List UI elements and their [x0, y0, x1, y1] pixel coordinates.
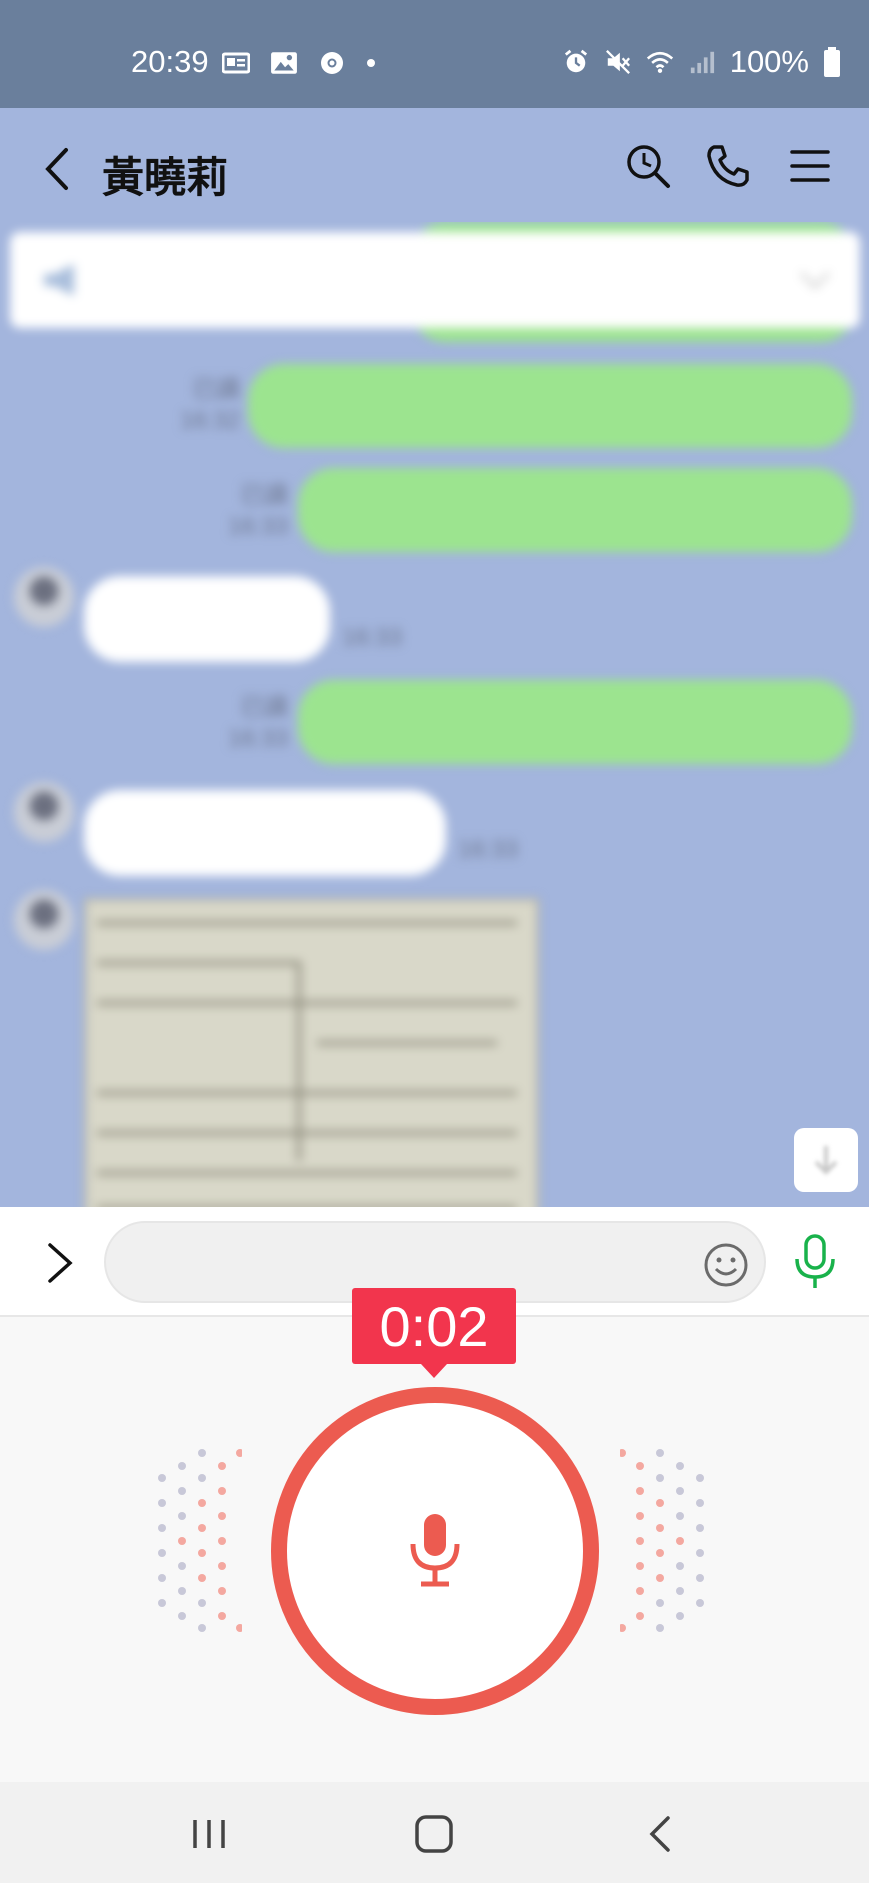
message-meta: 已讀 16:33 [208, 692, 288, 754]
message-time: 16:32 [179, 407, 240, 434]
status-time: 20:39 [131, 44, 209, 79]
mute-icon [605, 50, 630, 74]
message-meta: 已讀 16:33 [208, 480, 288, 542]
sound-wave-right-icon [620, 1449, 704, 1632]
message-bubble[interactable] [298, 468, 852, 552]
image-icon [271, 52, 297, 74]
chat-title: 黃曉莉 [102, 154, 229, 201]
back-icon[interactable] [38, 144, 78, 194]
message-time: 16:33 [342, 624, 403, 651]
wifi-icon [646, 51, 673, 73]
status-system-icons: 100% [562, 44, 841, 80]
message-time: 16:33 [458, 836, 519, 863]
avatar[interactable] [14, 782, 74, 842]
message-meta: 已讀 16:32 [160, 374, 240, 436]
message-bubble[interactable] [84, 576, 330, 662]
announcement-banner[interactable] [10, 232, 860, 328]
expand-icon[interactable] [42, 1239, 78, 1287]
arrow-down-icon [814, 1146, 838, 1175]
home-icon[interactable] [410, 1810, 458, 1858]
recent-apps-icon[interactable] [185, 1810, 233, 1858]
signal-icon [690, 51, 714, 74]
news-icon [222, 52, 250, 74]
status-bar: 20:39 100% [0, 0, 869, 108]
read-receipt: 已讀 [192, 376, 240, 403]
read-receipt: 已讀 [240, 482, 288, 509]
image-message[interactable] [84, 898, 539, 1207]
sound-wave-left-icon [158, 1449, 242, 1632]
megaphone-icon [44, 264, 74, 296]
battery-icon [824, 47, 840, 77]
record-microphone-icon [410, 1514, 460, 1587]
timer-pointer [421, 1364, 447, 1378]
avatar[interactable] [14, 567, 74, 627]
status-notification-icons [222, 50, 376, 76]
message-time: 16:33 [227, 513, 288, 540]
message-time: 16:33 [227, 725, 288, 752]
microphone-icon[interactable] [790, 1233, 840, 1291]
chrome-icon [321, 52, 343, 74]
avatar[interactable] [14, 890, 74, 950]
message-bubble[interactable] [298, 680, 852, 764]
dot-icon [367, 59, 375, 67]
nav-back-icon[interactable] [638, 1810, 686, 1858]
read-receipt: 已讀 [240, 694, 288, 721]
recording-timer: 0:02 [352, 1288, 516, 1364]
menu-icon[interactable] [786, 142, 834, 190]
alarm-icon [564, 49, 587, 73]
scroll-to-bottom-button[interactable] [794, 1128, 858, 1192]
search-history-icon[interactable] [624, 142, 672, 190]
system-navigation-bar [0, 1782, 869, 1883]
emoji-icon[interactable] [702, 1241, 750, 1289]
battery-percent: 100% [729, 44, 809, 79]
phone-icon[interactable] [704, 142, 752, 190]
message-bubble[interactable] [248, 364, 852, 448]
message-bubble[interactable] [84, 790, 446, 876]
chevron-down-icon[interactable] [798, 270, 832, 290]
chat-message-list[interactable]: 已讀 16:32 已讀 16:33 16:33 已讀 16:33 16:33 [0, 222, 869, 1207]
chat-header: 黃曉莉 [0, 108, 869, 222]
